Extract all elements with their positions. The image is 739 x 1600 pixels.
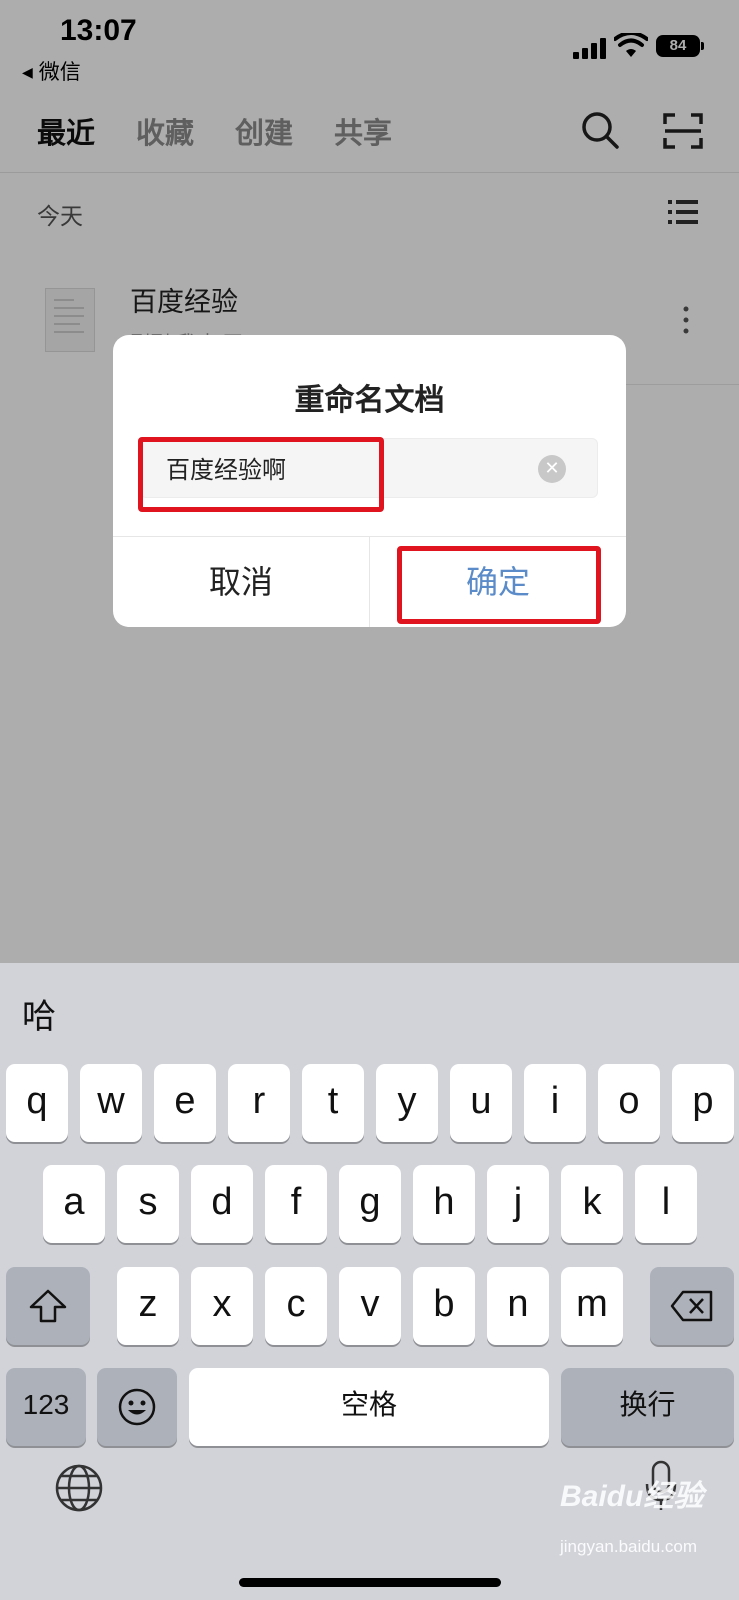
key-x[interactable]: x bbox=[191, 1267, 253, 1345]
key-l[interactable]: l bbox=[635, 1165, 697, 1243]
key-z[interactable]: z bbox=[117, 1267, 179, 1345]
space-key[interactable]: 空格 bbox=[189, 1368, 549, 1446]
screen: 13:07 ◀ 微信 84 最近 收藏 创建 共享 今天 百度经验 重命名文档 … bbox=[0, 0, 739, 1600]
numbers-key[interactable]: 123 bbox=[6, 1368, 86, 1446]
watermark-logo: Baidu经验 bbox=[560, 1480, 704, 1513]
key-k[interactable]: k bbox=[561, 1165, 623, 1243]
watermark-url: jingyan.baidu.com bbox=[560, 1537, 698, 1556]
key-w[interactable]: w bbox=[80, 1064, 142, 1142]
key-s[interactable]: s bbox=[117, 1165, 179, 1243]
emoji-key[interactable] bbox=[97, 1368, 177, 1446]
home-indicator[interactable] bbox=[239, 1578, 501, 1587]
key-e[interactable]: e bbox=[154, 1064, 216, 1142]
key-v[interactable]: v bbox=[339, 1267, 401, 1345]
key-j[interactable]: j bbox=[487, 1165, 549, 1243]
delete-key[interactable] bbox=[650, 1267, 734, 1345]
shift-icon bbox=[29, 1289, 67, 1323]
globe-icon[interactable] bbox=[54, 1463, 104, 1513]
return-key[interactable]: 换行 bbox=[561, 1368, 734, 1446]
key-g[interactable]: g bbox=[339, 1165, 401, 1243]
key-t[interactable]: t bbox=[302, 1064, 364, 1142]
candidate-word[interactable]: 哈 bbox=[22, 989, 56, 1038]
key-q[interactable]: q bbox=[6, 1064, 68, 1142]
key-p[interactable]: p bbox=[672, 1064, 734, 1142]
key-f[interactable]: f bbox=[265, 1165, 327, 1243]
shift-key[interactable] bbox=[6, 1267, 90, 1345]
key-o[interactable]: o bbox=[598, 1064, 660, 1142]
key-n[interactable]: n bbox=[487, 1267, 549, 1345]
dialog-title: 重命名文档 bbox=[294, 383, 445, 418]
input-highlight-box bbox=[138, 437, 384, 512]
key-d[interactable]: d bbox=[191, 1165, 253, 1243]
key-r[interactable]: r bbox=[228, 1064, 290, 1142]
delete-icon bbox=[670, 1290, 713, 1322]
keyboard: 哈 q w e r t y u i o p a s d f g h j k l … bbox=[0, 963, 739, 1600]
key-a[interactable]: a bbox=[43, 1165, 105, 1243]
confirm-highlight-box bbox=[397, 546, 601, 624]
key-c[interactable]: c bbox=[265, 1267, 327, 1345]
key-y[interactable]: y bbox=[376, 1064, 438, 1142]
clear-input-icon[interactable]: ✕ bbox=[538, 455, 566, 483]
key-u[interactable]: u bbox=[450, 1064, 512, 1142]
emoji-icon bbox=[118, 1388, 156, 1426]
key-b[interactable]: b bbox=[413, 1267, 475, 1345]
key-h[interactable]: h bbox=[413, 1165, 475, 1243]
key-i[interactable]: i bbox=[524, 1064, 586, 1142]
cancel-button[interactable]: 取消 bbox=[113, 537, 369, 627]
key-m[interactable]: m bbox=[561, 1267, 623, 1345]
